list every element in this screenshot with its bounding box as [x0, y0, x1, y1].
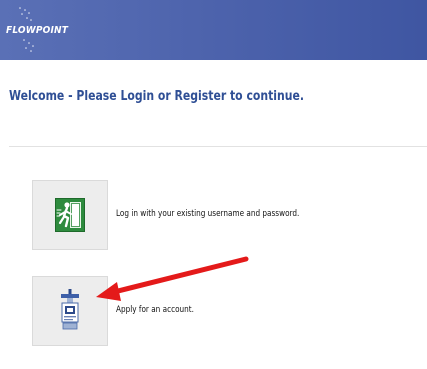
- flowpoint-logo: FLOWPOINT: [6, 25, 69, 36]
- apply-account-label[interactable]: Apply for an account.: [116, 305, 194, 315]
- exit-door-icon: [55, 198, 85, 232]
- login-option-label[interactable]: Log in with your existing username and p…: [116, 209, 299, 219]
- login-button[interactable]: [32, 180, 108, 250]
- divider: [9, 146, 427, 147]
- id-badge-icon: [61, 289, 79, 330]
- page-title: Welcome - Please Login or Register to co…: [9, 89, 305, 104]
- header-bar: FLOWPOINT: [0, 0, 427, 60]
- apply-account-button[interactable]: [32, 276, 108, 346]
